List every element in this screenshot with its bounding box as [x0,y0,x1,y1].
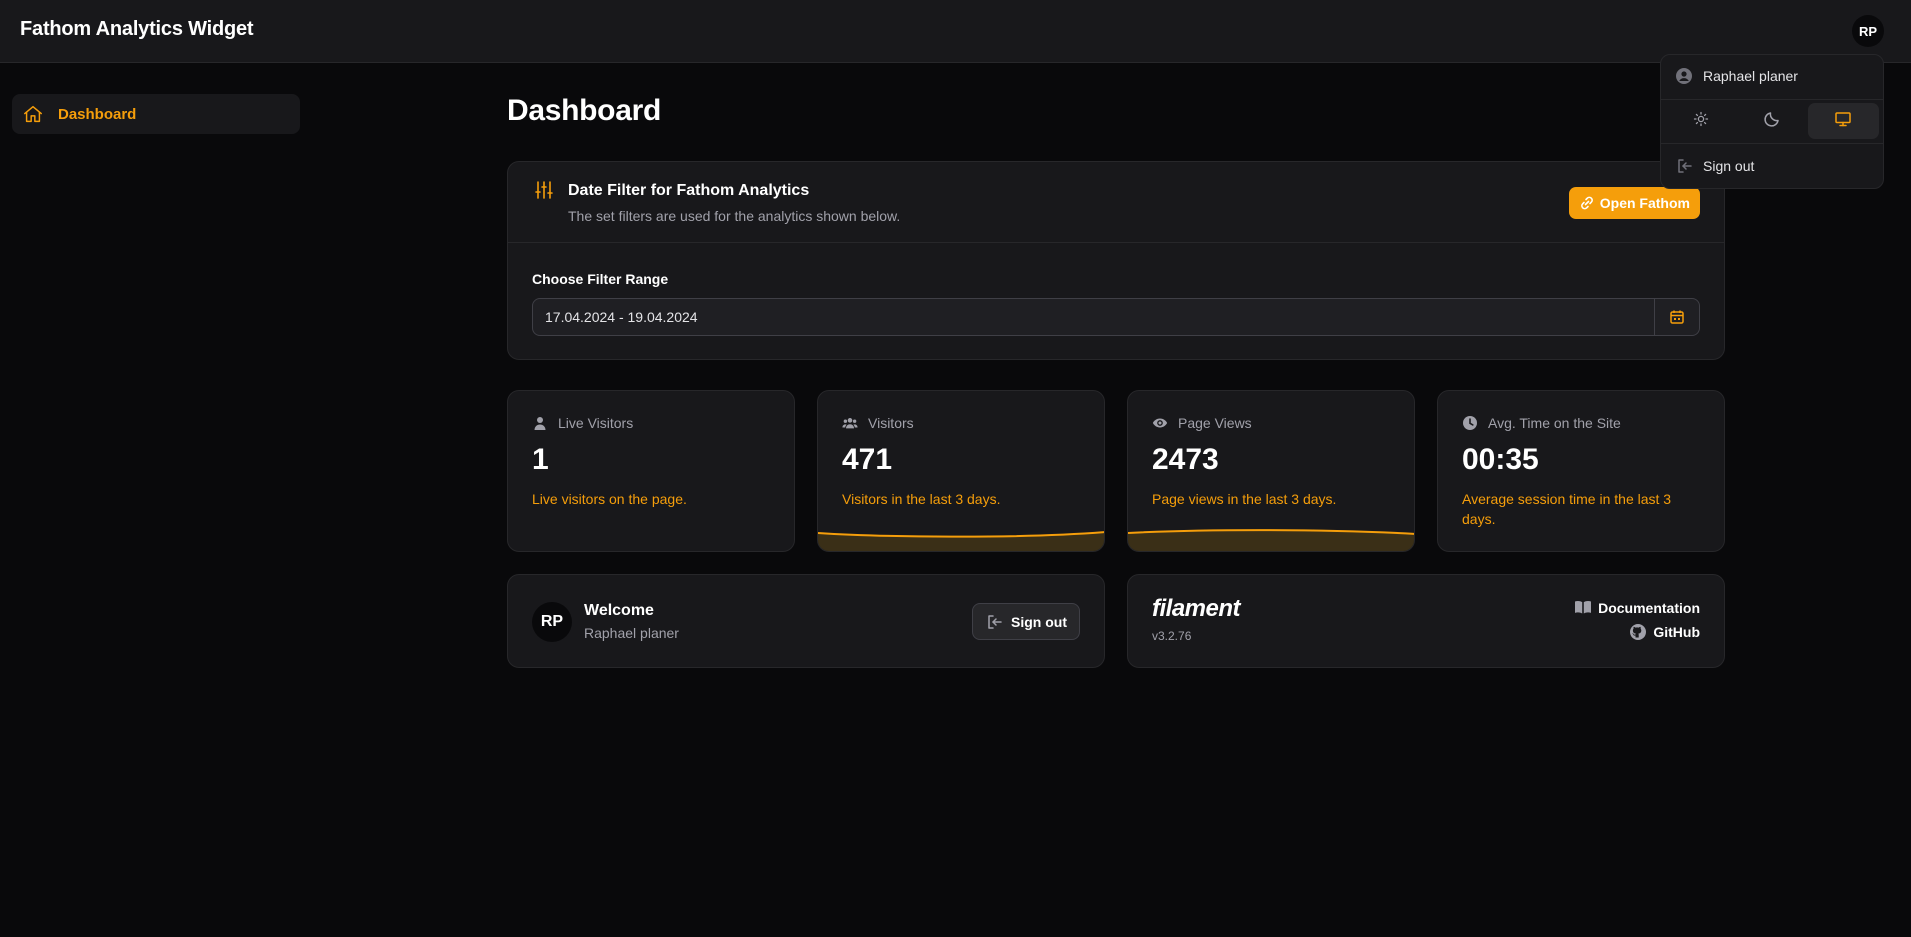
stat-description: Live visitors on the page. [532,491,687,507]
date-filter-header: Date Filter for Fathom Analytics The set… [508,162,1724,243]
user-menu-name: Raphael planer [1703,68,1798,84]
stat-label: Avg. Time on the Site [1488,415,1621,431]
stat-label: Page Views [1178,415,1252,431]
github-icon [1629,623,1647,641]
home-icon [21,102,45,126]
sun-icon [1693,111,1709,132]
sidebar-item-dashboard[interactable]: Dashboard [12,94,300,134]
page-views-sparkline [1128,529,1414,551]
welcome-title: Welcome [584,602,654,619]
filament-logo[interactable]: filament [1152,595,1241,623]
stat-avg-time: Avg. Time on the Site 00:35 Average sess… [1437,390,1725,552]
filament-info-card: filament v3.2.76 Documentation GitHub [1127,574,1725,668]
user-menu-profile[interactable]: Raphael planer [1675,67,1798,85]
github-label: GitHub [1653,624,1700,640]
user-icon [532,415,548,431]
theme-light-button[interactable] [1665,103,1736,139]
clock-icon [1462,415,1478,431]
topbar: Fathom Analytics Widget RP [0,0,1911,63]
calendar-icon[interactable] [1654,299,1699,335]
date-filter-description: The set filters are used for the analyti… [568,208,901,224]
logout-icon [1675,157,1693,175]
theme-dark-button[interactable] [1736,103,1807,139]
sign-out-button[interactable]: Sign out [972,603,1080,640]
stat-live-visitors: Live Visitors 1 Live visitors on the pag… [507,390,795,552]
date-filter-card: Date Filter for Fathom Analytics The set… [507,161,1725,360]
stat-value: 471 [842,443,893,476]
monitor-icon [1834,110,1852,133]
stat-label: Visitors [868,415,914,431]
user-circle-icon [1675,67,1693,85]
stat-value: 00:35 [1462,443,1539,476]
user-menu-sign-out-label: Sign out [1703,158,1755,174]
theme-switcher [1665,103,1879,139]
stat-page-views: Page Views 2473 Page views in the last 3… [1127,390,1415,552]
stat-visitors: Visitors 471 Visitors in the last 3 days… [817,390,1105,552]
documentation-label: Documentation [1598,600,1700,616]
link-icon [1579,195,1595,211]
visitors-sparkline [818,531,1104,551]
date-range-value[interactable]: 17.04.2024 - 19.04.2024 [533,309,1654,325]
page-title: Dashboard [507,94,661,127]
user-menu-sign-out[interactable]: Sign out [1675,157,1754,175]
theme-system-button[interactable] [1807,103,1879,139]
filter-range-label: Choose Filter Range [532,271,669,287]
divider [1661,99,1883,100]
filament-version: v3.2.76 [1152,629,1192,643]
stat-value: 1 [532,443,549,476]
welcome-card: RP Welcome Raphael planer Sign out [507,574,1105,668]
sliders-icon [534,180,554,200]
stat-description: Visitors in the last 3 days. [842,491,1001,507]
logout-icon [985,613,1003,631]
welcome-user-name: Raphael planer [584,625,679,641]
eye-icon [1152,415,1168,431]
user-menu-dropdown: Raphael planer Sign out [1660,54,1884,189]
stat-description: Page views in the last 3 days. [1152,491,1337,507]
stat-value: 2473 [1152,443,1219,476]
user-avatar-button[interactable]: RP [1852,15,1884,47]
github-link[interactable]: GitHub [1629,623,1700,641]
stat-label: Live Visitors [558,415,634,431]
users-icon [842,415,858,431]
sidebar-item-label: Dashboard [58,105,137,123]
open-fathom-label: Open Fathom [1599,195,1690,211]
date-range-input[interactable]: 17.04.2024 - 19.04.2024 [532,298,1700,336]
stat-description: Average session time in the last 3 days. [1462,491,1672,527]
open-fathom-button[interactable]: Open Fathom [1568,187,1700,219]
documentation-link[interactable]: Documentation [1574,599,1700,617]
avatar: RP [532,602,572,642]
moon-icon [1763,110,1781,133]
app-title[interactable]: Fathom Analytics Widget [20,18,254,41]
book-icon [1574,599,1592,617]
date-filter-title: Date Filter for Fathom Analytics [568,182,810,199]
sign-out-label: Sign out [1011,613,1067,630]
divider [1661,143,1883,144]
